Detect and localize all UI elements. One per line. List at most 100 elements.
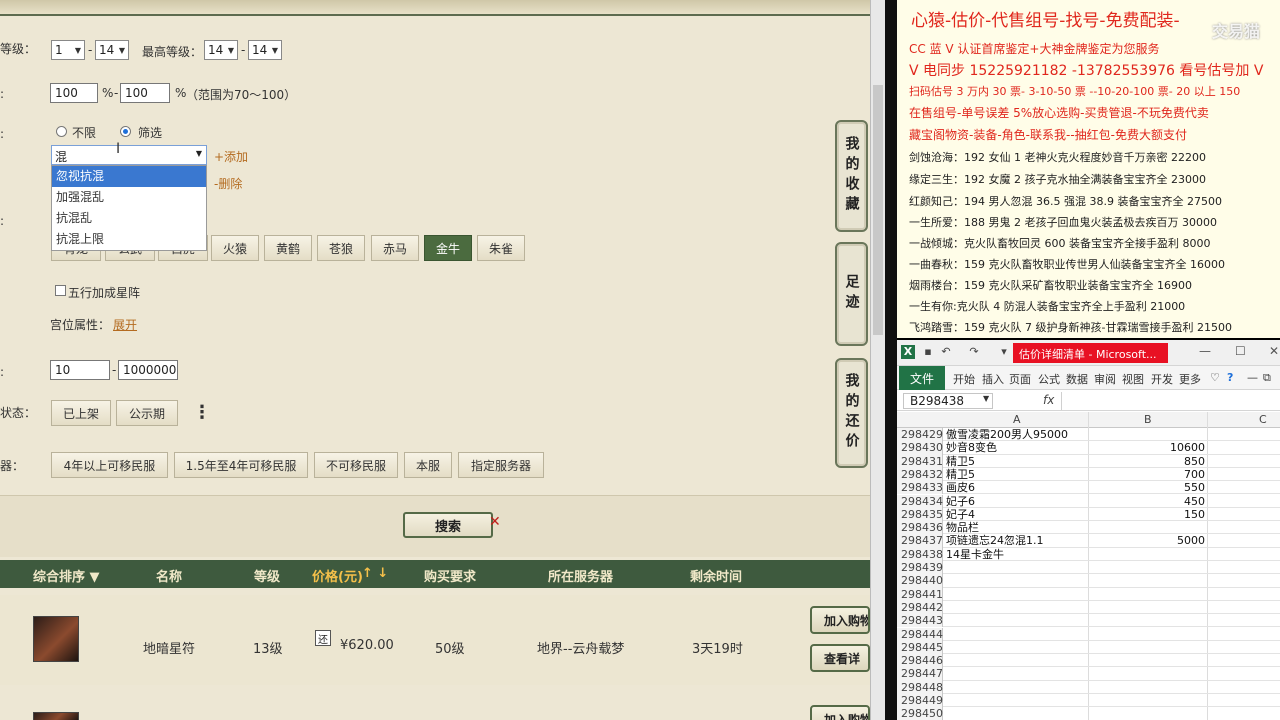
item-thumbnail[interactable] [33, 616, 79, 662]
close-icon[interactable]: ✕ [1269, 344, 1279, 358]
column-header[interactable]: A [1013, 413, 1021, 426]
row-number[interactable]: 298449 [897, 694, 943, 708]
beast-button-canglang[interactable]: 苍狼 [317, 235, 365, 261]
wuxing-checkbox[interactable] [55, 285, 66, 296]
ribbon-minimize-icon[interactable]: — [1247, 371, 1258, 384]
row-number[interactable]: 298433 [897, 481, 943, 495]
table-row[interactable]: 298443 [897, 614, 1280, 628]
save-icon[interactable]: ▪ [921, 345, 935, 359]
ribbon-tab[interactable]: 视图 [1122, 371, 1144, 387]
table-row[interactable]: 298446 [897, 654, 1280, 668]
palace-expand-link[interactable]: 展开 [113, 316, 137, 333]
close-icon[interactable]: ✕ [489, 514, 501, 530]
dropdown-option[interactable]: 抗混乱 [52, 208, 206, 229]
table-row[interactable]: 298444 [897, 627, 1280, 641]
item-name[interactable]: 地暗星符 [143, 638, 195, 657]
table-row[interactable]: 298450 [897, 707, 1280, 720]
table-row[interactable]: 298449 [897, 694, 1280, 708]
row-number[interactable]: 298439 [897, 561, 943, 575]
table-row[interactable]: 298431 精卫5 850 [897, 454, 1280, 468]
price-sort-arrows-icon[interactable]: ↑ ↓ [362, 566, 388, 581]
beast-button-zhuque[interactable]: 朱雀 [477, 235, 525, 261]
row-number[interactable]: 298430 [897, 441, 943, 455]
row-number[interactable]: 298443 [897, 614, 943, 628]
table-row[interactable]: 298439 [897, 561, 1280, 575]
beast-button-jinniu[interactable]: 金牛 [424, 235, 472, 261]
row-number[interactable]: 298434 [897, 494, 943, 508]
server-button-1-5year[interactable]: 1.5年至4年可移民服 [174, 452, 308, 478]
row-number[interactable]: 298448 [897, 680, 943, 694]
name-box[interactable]: B298438 [903, 393, 993, 409]
table-row[interactable]: 298432 精卫5 700 [897, 467, 1280, 482]
radio-unlimited[interactable] [56, 126, 67, 137]
cell-a[interactable]: 14星卡金牛 [946, 548, 1004, 561]
table-row[interactable]: 地暗星符 13级 ¥620.00 50级 地界--云舟载梦 3天19时 [0, 595, 870, 685]
cell-b[interactable]: 850 [1089, 455, 1205, 468]
ribbon-restore-icon[interactable]: ⧉ [1263, 371, 1271, 385]
cell-a[interactable]: 精卫5 [946, 455, 975, 468]
row-number[interactable]: 298436 [897, 521, 943, 535]
row-number[interactable]: 298447 [897, 667, 943, 681]
table-row[interactable]: 298435 妃子4 150 [897, 507, 1280, 522]
column-header[interactable]: C [1259, 413, 1267, 426]
row-number[interactable]: 298435 [897, 507, 943, 522]
dropdown-option[interactable]: 抗混上限 [52, 229, 206, 250]
price-to-input[interactable]: 1000000 [118, 360, 178, 380]
undo-icon[interactable]: ↶ [939, 345, 953, 359]
table-row[interactable]: 298436 物品栏 [897, 521, 1280, 535]
view-detail-button[interactable]: 查看详 [810, 644, 870, 672]
table-row[interactable]: 298437 项链遗忘24忽混1.1 5000 [897, 534, 1280, 548]
add-cart-button[interactable]: 加入购物 [810, 606, 870, 634]
level-to-select[interactable]: 14 ▼ [95, 40, 129, 60]
ribbon-tab[interactable]: 开始 [953, 371, 975, 387]
table-row[interactable]: 298430 妙音8变色 10600 [897, 441, 1280, 455]
row-number[interactable]: 298441 [897, 587, 943, 601]
chevron-down-icon[interactable]: ▼ [983, 394, 989, 403]
file-tab[interactable]: 文件 [899, 366, 945, 390]
cell-a[interactable]: 傲雪凌霜200男人95000 [946, 428, 1068, 441]
help-icon[interactable]: ? [1227, 371, 1233, 384]
cell-b[interactable]: 550 [1089, 481, 1205, 494]
ribbon-tab[interactable]: 开发 [1151, 371, 1173, 387]
row-number[interactable]: 298440 [897, 574, 943, 588]
add-cart-button[interactable]: 加入购物 [810, 705, 870, 720]
server-button-no-migrate[interactable]: 不可移民服 [314, 452, 398, 478]
status-listed-button[interactable]: 已上架 [51, 400, 111, 426]
max-level-to-select[interactable]: 14 ▼ [248, 40, 282, 60]
cell-b[interactable]: 150 [1089, 508, 1205, 521]
scrollbar-thumb[interactable] [873, 85, 883, 335]
table-row[interactable]: 298434 妃子6 450 [897, 494, 1280, 508]
add-attribute-link[interactable]: +添加 [214, 148, 248, 165]
table-row[interactable]: 298448 [897, 680, 1280, 694]
beast-button-huanghe[interactable]: 黄鹤 [264, 235, 312, 261]
cell-b[interactable]: 450 [1089, 495, 1205, 508]
row-number[interactable]: 298431 [897, 454, 943, 468]
chevron-down-icon[interactable]: ▼ [196, 149, 202, 158]
cell-a[interactable]: 物品栏 [946, 521, 979, 534]
ribbon-tab[interactable]: 插入 [982, 371, 1004, 387]
ribbon-tab[interactable]: 数据 [1066, 371, 1088, 387]
pct-to-input[interactable]: 100 [120, 83, 170, 103]
item-thumbnail[interactable] [33, 712, 79, 720]
table-row[interactable]: 298441 [897, 587, 1280, 601]
my-bargain-tab[interactable]: 我的还价 [835, 358, 868, 468]
minimize-icon[interactable]: — [1199, 344, 1211, 358]
my-favorites-tab[interactable]: 我的收藏 [835, 120, 868, 232]
table-row[interactable]: 298438 14星卡金牛 [897, 547, 1280, 561]
ribbon-tab[interactable]: 更多 [1179, 371, 1201, 387]
sheet-grid[interactable]: 298429 傲雪凌霜200男人95000 298430 妙音8变色 10600 2984… [897, 428, 1280, 720]
search-button[interactable]: 搜索 [403, 512, 493, 538]
row-number[interactable]: 298445 [897, 640, 943, 655]
cell-b[interactable]: 700 [1089, 468, 1205, 481]
row-number[interactable]: 298444 [897, 627, 943, 641]
table-row[interactable]: 298429 傲雪凌霜200男人95000 [897, 428, 1280, 442]
level-from-select[interactable]: 1 ▼ [51, 40, 85, 60]
row-number[interactable]: 298446 [897, 654, 943, 668]
table-row[interactable]: 298442 [897, 600, 1280, 615]
col-price[interactable]: 价格(元) [312, 566, 363, 585]
ribbon-tab[interactable]: 审阅 [1094, 371, 1116, 387]
row-number[interactable]: 298450 [897, 707, 943, 720]
table-row[interactable]: 298440 [897, 574, 1280, 588]
max-level-from-select[interactable]: 14 ▼ [204, 40, 238, 60]
row-number[interactable]: 298442 [897, 600, 943, 615]
